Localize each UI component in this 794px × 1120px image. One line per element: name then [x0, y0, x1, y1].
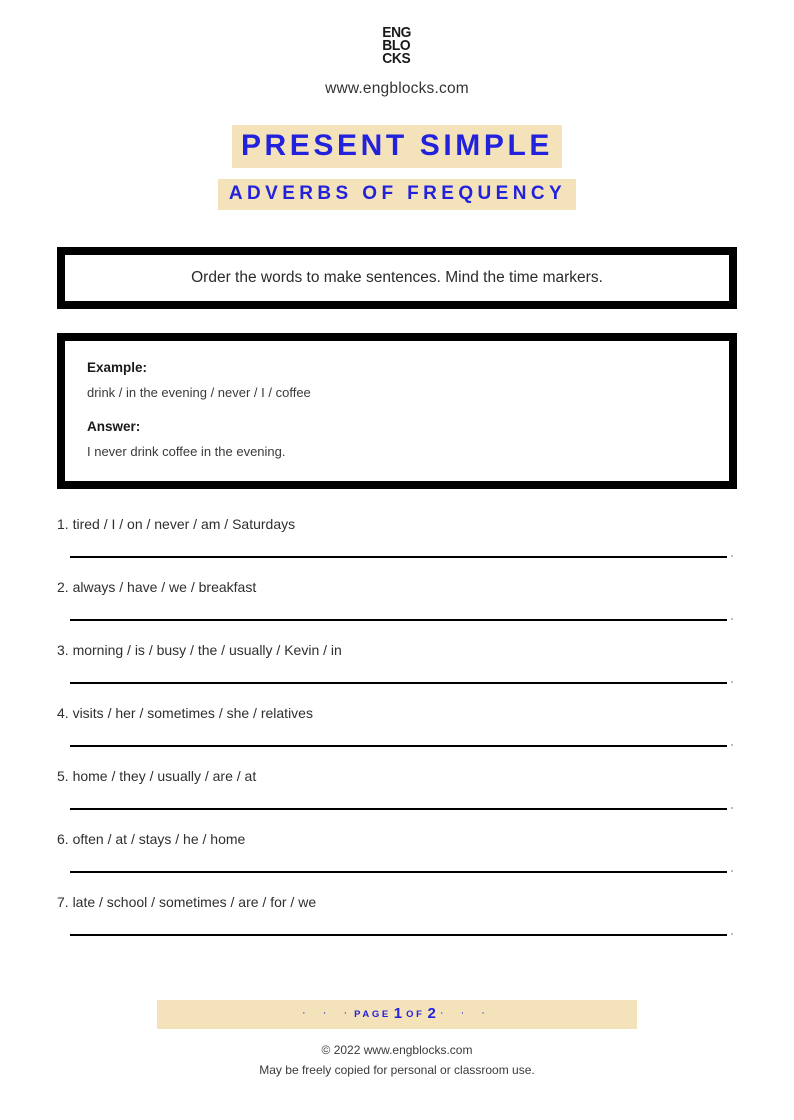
engblocks-logo: ENG BLO CKS: [382, 25, 412, 68]
license-text: May be freely copied for personal or cla…: [259, 1063, 535, 1077]
page-indicator-area: · · ·PAGE 1 OF 2 · · ·: [0, 1000, 794, 1029]
answer-write-line[interactable]: [70, 682, 727, 684]
instruction-box: Order the words to make sentences. Mind …: [57, 247, 737, 309]
site-url: www.engblocks.com: [325, 80, 469, 98]
exercise-list: 1. tired / I / on / never / am / Saturda…: [0, 508, 794, 949]
line-end-dot: [731, 555, 733, 557]
copyright-text: © 2022 www.engblocks.com: [321, 1043, 473, 1057]
page-subtitle: ADVERBS OF FREQUENCY: [217, 178, 577, 210]
answer-write-line[interactable]: [70, 808, 727, 810]
answer-write-line[interactable]: [70, 619, 727, 621]
line-end-dot: [731, 807, 733, 809]
line-end-dot: [731, 681, 733, 683]
exercise-prompt: 2. always / have / we / breakfast: [57, 579, 257, 595]
exercise-item: 3. morning / is / busy / the / usually /…: [0, 634, 794, 697]
exercise-item: 7. late / school / sometimes / are / for…: [0, 886, 794, 949]
line-end-dot: [731, 618, 733, 620]
answer-label: Answer:: [87, 419, 141, 434]
answer-write-line[interactable]: [70, 934, 727, 936]
exercise-item: 6. often / at / stays / he / home: [0, 823, 794, 886]
exercise-prompt: 5. home / they / usually / are / at: [57, 768, 257, 784]
answer-write-line[interactable]: [70, 745, 727, 747]
total-page-number: 2: [427, 1005, 437, 1022]
line-end-dot: [731, 933, 733, 935]
exercise-item: 4. visits / her / sometimes / she / rela…: [0, 697, 794, 760]
exercise-item: 5. home / they / usually / are / at: [0, 760, 794, 823]
answer-write-line[interactable]: [70, 871, 727, 873]
example-box: Example: drink / in the evening / never …: [57, 333, 737, 489]
worksheet-subtitle-area: ADVERBS OF FREQUENCY: [0, 178, 794, 210]
page-word-label: PAGE: [354, 1009, 391, 1020]
exercise-item: 1. tired / I / on / never / am / Saturda…: [0, 508, 794, 571]
instruction-text: Order the words to make sentences. Mind …: [191, 269, 603, 286]
example-answer: I never drink coffee in the evening.: [87, 444, 286, 459]
exercise-prompt: 3. morning / is / busy / the / usually /…: [57, 642, 342, 658]
example-prompt: drink / in the evening / never / I / cof…: [87, 385, 311, 400]
current-page-number: 1: [393, 1005, 404, 1022]
exercise-prompt: 1. tired / I / on / never / am / Saturda…: [57, 516, 296, 532]
decor-dots-left: · · ·: [302, 1007, 355, 1019]
line-end-dot: [731, 744, 733, 746]
brand-header: ENG BLO CKS www.engblocks.com: [0, 0, 794, 98]
of-word-label: OF: [406, 1009, 425, 1020]
answer-write-line[interactable]: [70, 556, 727, 558]
line-end-dot: [731, 870, 733, 872]
exercise-prompt: 6. often / at / stays / he / home: [57, 831, 246, 847]
exercise-prompt: 7. late / school / sometimes / are / for…: [57, 894, 317, 910]
page-title: PRESENT SIMPLE: [231, 125, 563, 168]
worksheet-page: ENG BLO CKS www.engblocks.com PRESENT SI…: [0, 0, 794, 1120]
logo-line-3: CKS: [382, 50, 411, 68]
example-label: Example:: [87, 360, 148, 375]
exercise-item: 2. always / have / we / breakfast: [0, 571, 794, 634]
decor-dots-right: · · ·: [439, 1007, 492, 1019]
exercise-prompt: 4. visits / her / sometimes / she / rela…: [57, 705, 313, 721]
worksheet-title-area: PRESENT SIMPLE: [0, 125, 794, 168]
page-indicator-bar: · · ·PAGE 1 OF 2 · · ·: [157, 1000, 637, 1029]
